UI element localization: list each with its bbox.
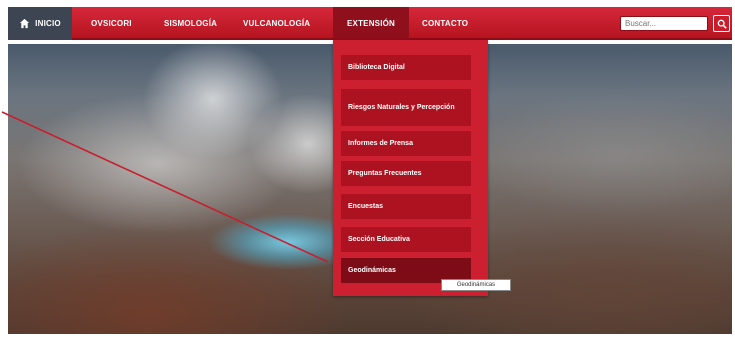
menu-item-preguntas-frecuentes[interactable]: Preguntas Frecuentes — [341, 161, 471, 186]
nav-item-contacto[interactable]: CONTACTO — [422, 7, 468, 40]
menu-item-seccion-educativa[interactable]: Sección Educativa — [341, 227, 471, 252]
main-navbar: INICIO OVSICORI SISMOLOGÍA VULCANOLOGÍA … — [8, 7, 732, 40]
menu-item-biblioteca-digital[interactable]: Biblioteca Digital — [341, 55, 471, 80]
menu-item-riesgos-naturales[interactable]: Riesgos Naturales y Percepción — [341, 89, 471, 126]
geodinamicas-tooltip: Geodinámicas — [441, 279, 511, 291]
nav-home[interactable]: INICIO — [8, 7, 72, 40]
nav-item-extension[interactable]: EXTENSIÓN — [333, 7, 410, 40]
menu-item-informes-prensa[interactable]: Informes de Prensa — [341, 131, 471, 156]
nav-home-label: INICIO — [35, 19, 61, 28]
nav-item-vulcanologia[interactable]: VULCANOLOGÍA — [243, 7, 310, 40]
extension-dropdown: Biblioteca Digital Riesgos Naturales y P… — [333, 40, 488, 296]
search-button[interactable] — [713, 15, 730, 32]
home-icon — [20, 18, 30, 29]
nav-item-sismologia[interactable]: SISMOLOGÍA — [164, 7, 217, 40]
menu-item-encuestas[interactable]: Encuestas — [341, 194, 471, 219]
search-input[interactable] — [620, 16, 708, 31]
magnifier-icon — [717, 19, 727, 29]
nav-item-ovsicori[interactable]: OVSICORI — [91, 7, 132, 40]
